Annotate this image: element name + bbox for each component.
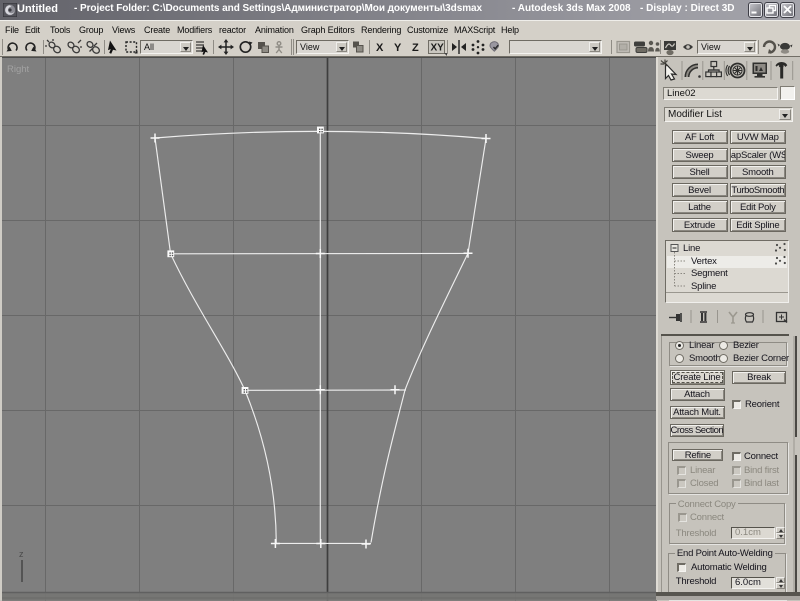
svg-text:XY: XY bbox=[431, 43, 445, 54]
svg-text:Right: Right bbox=[7, 64, 30, 75]
svg-text:Z: Z bbox=[412, 42, 419, 54]
svg-text:X: X bbox=[376, 42, 384, 54]
svg-text:Y: Y bbox=[394, 42, 402, 54]
svg-text:z: z bbox=[19, 549, 24, 559]
